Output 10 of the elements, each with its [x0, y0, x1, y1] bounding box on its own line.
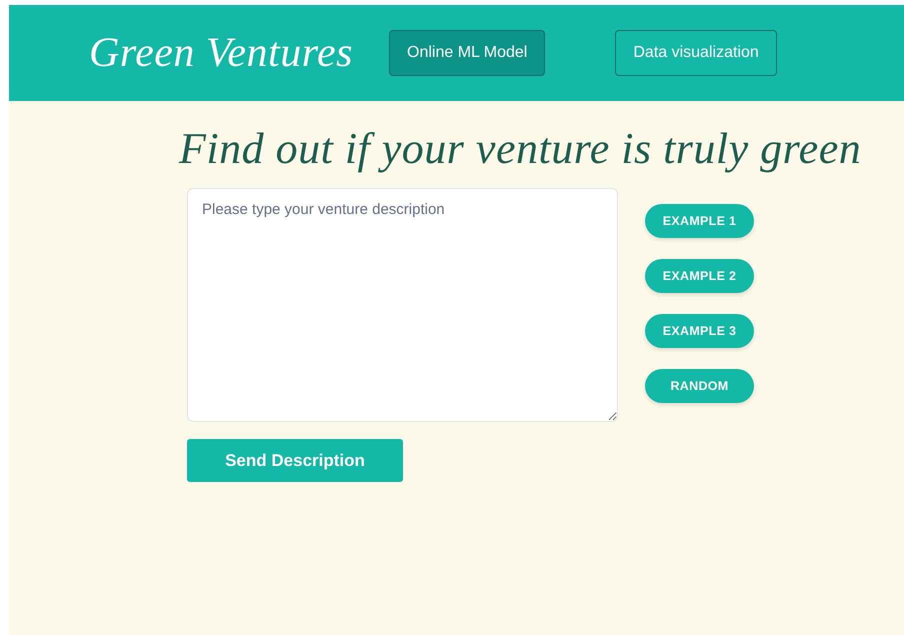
logo: Green Ventures — [89, 29, 354, 77]
example-button[interactable]: EXAMPLE 3 — [645, 314, 754, 348]
send-button[interactable]: Send Description — [187, 439, 403, 482]
description-field[interactable]: Please type your venture description — [187, 188, 618, 422]
nav-tab[interactable]: Data visualization — [615, 30, 777, 76]
nav-tab[interactable]: Online ML Model — [389, 30, 546, 76]
example-button[interactable]: EXAMPLE 2 — [645, 259, 754, 293]
page-heading: Find out if your venture is truly green — [179, 123, 862, 174]
example-button[interactable]: RANDOM — [645, 369, 754, 403]
example-button[interactable]: EXAMPLE 1 — [645, 204, 754, 238]
